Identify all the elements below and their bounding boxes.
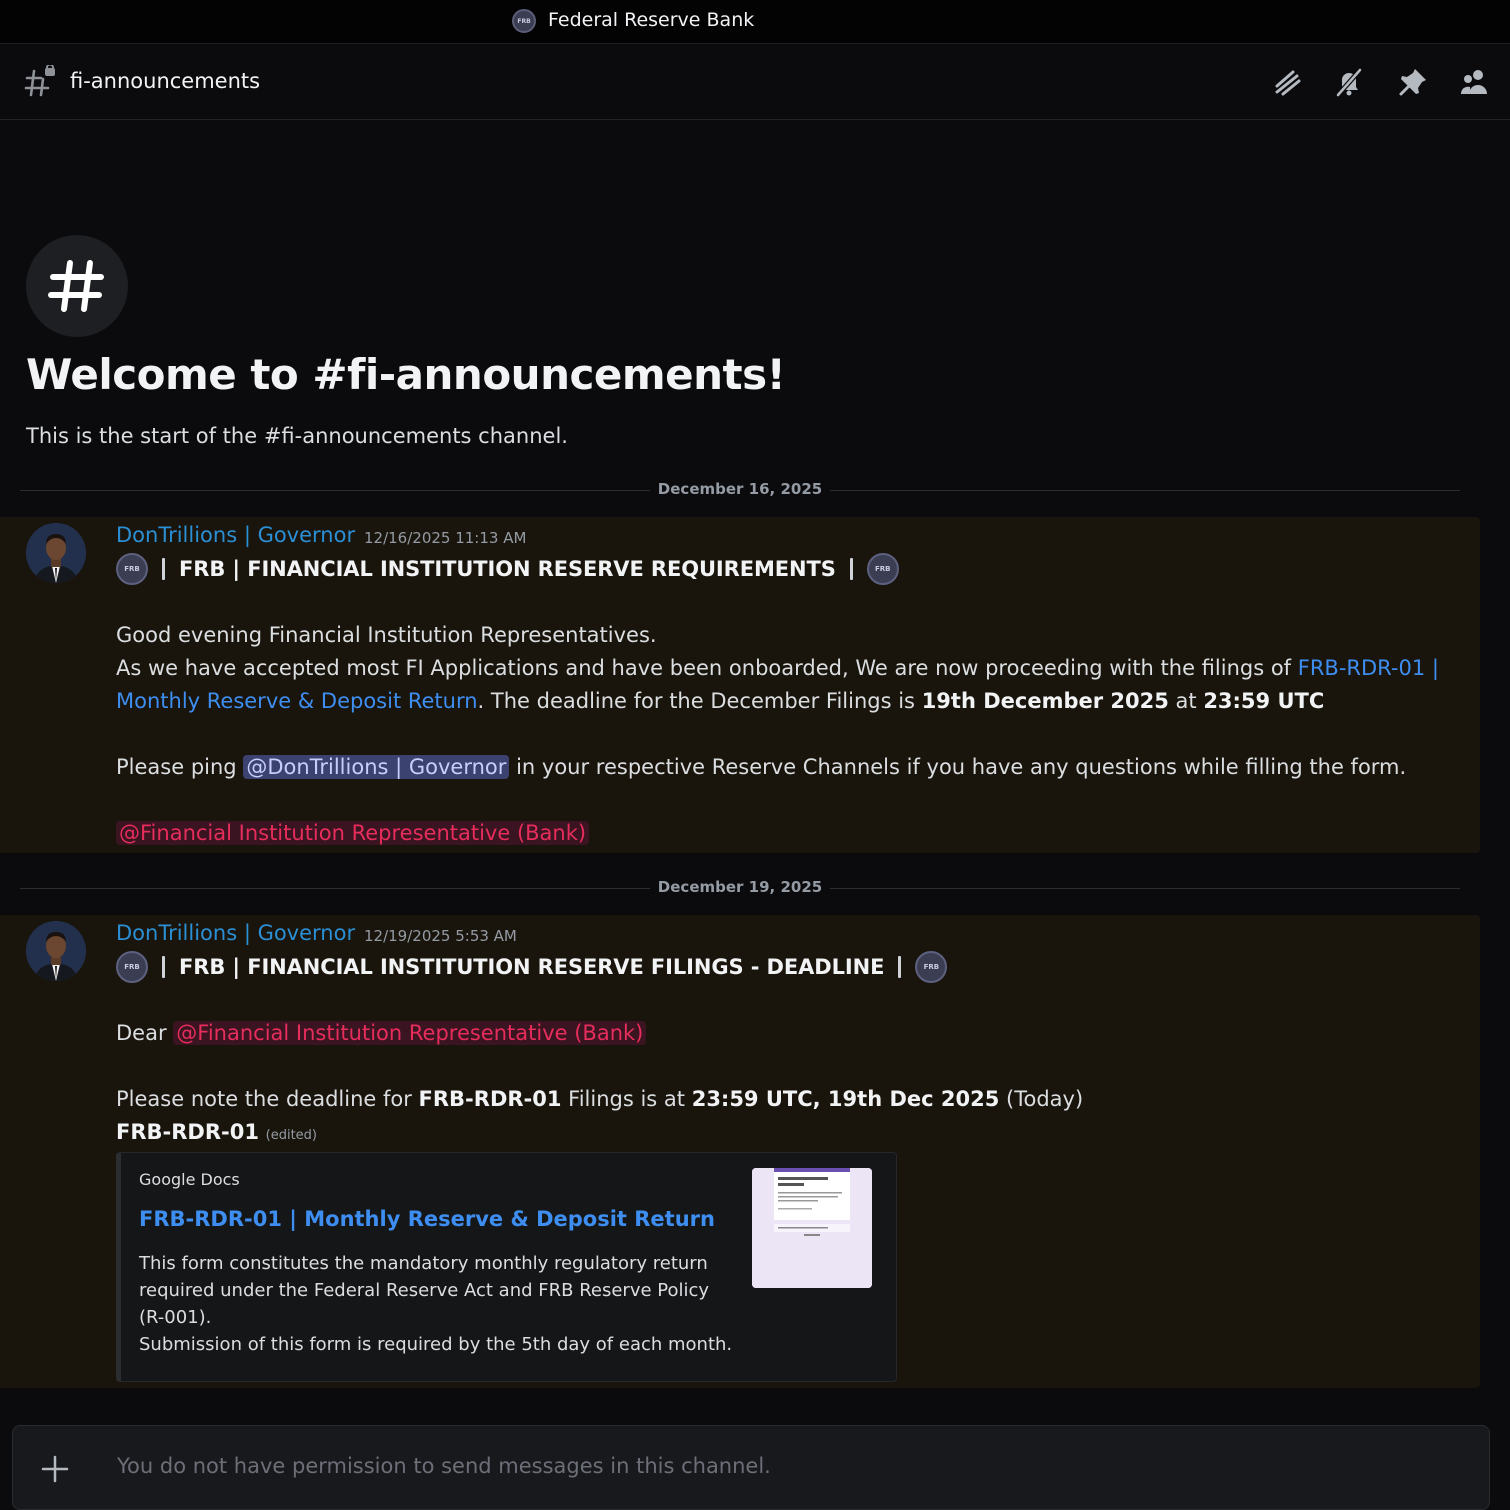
frb-emoji-icon: FRB <box>116 553 148 585</box>
member-list-button[interactable] <box>1456 63 1494 101</box>
channel-header: fi-announcements <box>0 45 1510 120</box>
separator-bar <box>162 558 165 580</box>
edited-label: (edited) <box>265 1128 317 1143</box>
role-mention[interactable]: @Financial Institution Representative (B… <box>116 821 590 845</box>
message[interactable]: DonTrillions | Governor 12/16/2025 11:13… <box>0 517 1480 853</box>
document-preview-icon <box>752 1168 872 1288</box>
message-line: As we have accepted most FI Applications… <box>116 652 1439 685</box>
server-name: Federal Reserve Bank <box>548 9 755 31</box>
form-link[interactable]: FRB-RDR-01 | <box>1298 656 1439 680</box>
deadline-datetime: 23:59 UTC, 19th Dec 2025 <box>691 1087 1000 1111</box>
message-headline: FRB FRB | FINANCIAL INSTITUTION RESERVE … <box>116 951 948 983</box>
headline-text: FRB | FINANCIAL INSTITUTION RESERVE FILI… <box>179 955 885 979</box>
channel-name: fi-announcements <box>70 69 261 93</box>
message-text: Please note the deadline for <box>116 1087 419 1111</box>
hash-icon <box>48 260 104 312</box>
embed-description-paragraph: This form constitutes the mandatory mont… <box>139 1253 710 1328</box>
message-text: As we have accepted most FI Applications… <box>116 656 1298 680</box>
members-icon <box>1460 70 1487 94</box>
frb-emoji-icon: FRB <box>866 553 899 585</box>
message-text: Filings is at <box>561 1087 692 1111</box>
composer-placeholder: You do not have permission to send messa… <box>117 1454 771 1478</box>
message-headline: FRB FRB | FINANCIAL INSTITUTION RESERVE … <box>116 553 899 585</box>
link-embed[interactable]: Google Docs FRB-RDR-01 | Monthly Reserve… <box>116 1152 897 1382</box>
message-text: Please ping <box>116 755 244 779</box>
message-line: Good evening Financial Institution Repre… <box>116 623 657 647</box>
message-line: @Financial Institution Representative (B… <box>116 817 590 850</box>
message-text: in your respective Reserve Channels if y… <box>509 755 1407 779</box>
text-channel-icon <box>24 65 55 97</box>
server-icon: FRB <box>512 9 536 33</box>
frb-emoji-icon: FRB <box>915 951 948 983</box>
message-line: Dear @Financial Institution Representati… <box>116 1017 647 1050</box>
role-mention[interactable]: @Financial Institution Representative (B… <box>173 1021 647 1045</box>
form-link[interactable]: FRB-RDR-01 <box>116 1120 259 1144</box>
embed-description-paragraph: Submission of this form is required by t… <box>139 1334 733 1355</box>
date-divider: December 16, 2025 <box>0 480 1480 498</box>
form-code: FRB-RDR-01 <box>418 1087 562 1111</box>
message-text: . The deadline for the December Filings … <box>477 689 922 713</box>
message-line: Please ping @DonTrillions | Governor in … <box>116 751 1406 784</box>
date-divider-label: December 16, 2025 <box>649 480 831 498</box>
message-author[interactable]: DonTrillions | Governor <box>116 523 355 547</box>
message-text: at <box>1168 689 1204 713</box>
message-line: Please note the deadline for FRB-RDR-01 … <box>116 1083 1083 1116</box>
date-divider-label: December 19, 2025 <box>649 878 831 896</box>
embed-title-link[interactable]: FRB-RDR-01 | Monthly Reserve & Deposit R… <box>139 1207 715 1231</box>
form-link[interactable]: Monthly Reserve & Deposit Return <box>116 689 478 713</box>
pinned-messages-button[interactable] <box>1394 63 1432 101</box>
date-divider: December 19, 2025 <box>0 878 1480 896</box>
message-author[interactable]: DonTrillions | Governor <box>116 921 355 945</box>
threads-icon <box>1275 70 1301 96</box>
welcome-title: Welcome to #fi-announcements! <box>26 350 786 399</box>
notification-settings-button[interactable] <box>1330 63 1368 101</box>
plus-icon[interactable] <box>40 1454 70 1484</box>
separator-bar <box>849 558 853 580</box>
frb-emoji-icon: FRB <box>116 951 148 983</box>
embed-thumbnail[interactable] <box>752 1168 872 1288</box>
mute-bell-icon <box>1336 68 1362 97</box>
deadline-date: 19th December 2025 <box>921 689 1169 713</box>
channel-welcome-icon <box>26 235 128 337</box>
message-timestamp: 12/19/2025 5:53 AM <box>364 927 517 945</box>
message-text: Dear <box>116 1021 174 1045</box>
pin-icon <box>1399 69 1426 96</box>
user-avatar-icon <box>26 523 86 583</box>
embed-description: This form constitutes the mandatory mont… <box>139 1250 739 1358</box>
separator-bar <box>162 956 165 978</box>
message-line: Monthly Reserve & Deposit Return. The de… <box>116 685 1324 718</box>
message-line: FRB-RDR-01 (edited) <box>116 1116 317 1152</box>
user-mention[interactable]: @DonTrillions | Governor <box>243 755 510 779</box>
avatar[interactable] <box>26 921 86 981</box>
welcome-subtitle: This is the start of the #fi-announcemen… <box>26 424 568 448</box>
message-timestamp: 12/16/2025 11:13 AM <box>364 529 527 547</box>
embed-provider: Google Docs <box>139 1170 240 1189</box>
separator-bar <box>898 956 902 978</box>
message-text: (Today) <box>999 1087 1084 1111</box>
avatar[interactable] <box>26 523 86 583</box>
threads-button[interactable] <box>1268 63 1306 101</box>
message-composer[interactable]: You do not have permission to send messa… <box>12 1425 1490 1510</box>
title-bar: FRB Federal Reserve Bank <box>0 0 1510 44</box>
headline-text: FRB | FINANCIAL INSTITUTION RESERVE REQU… <box>179 557 836 581</box>
user-avatar-icon <box>26 921 86 981</box>
deadline-time: 23:59 UTC <box>1203 689 1325 713</box>
